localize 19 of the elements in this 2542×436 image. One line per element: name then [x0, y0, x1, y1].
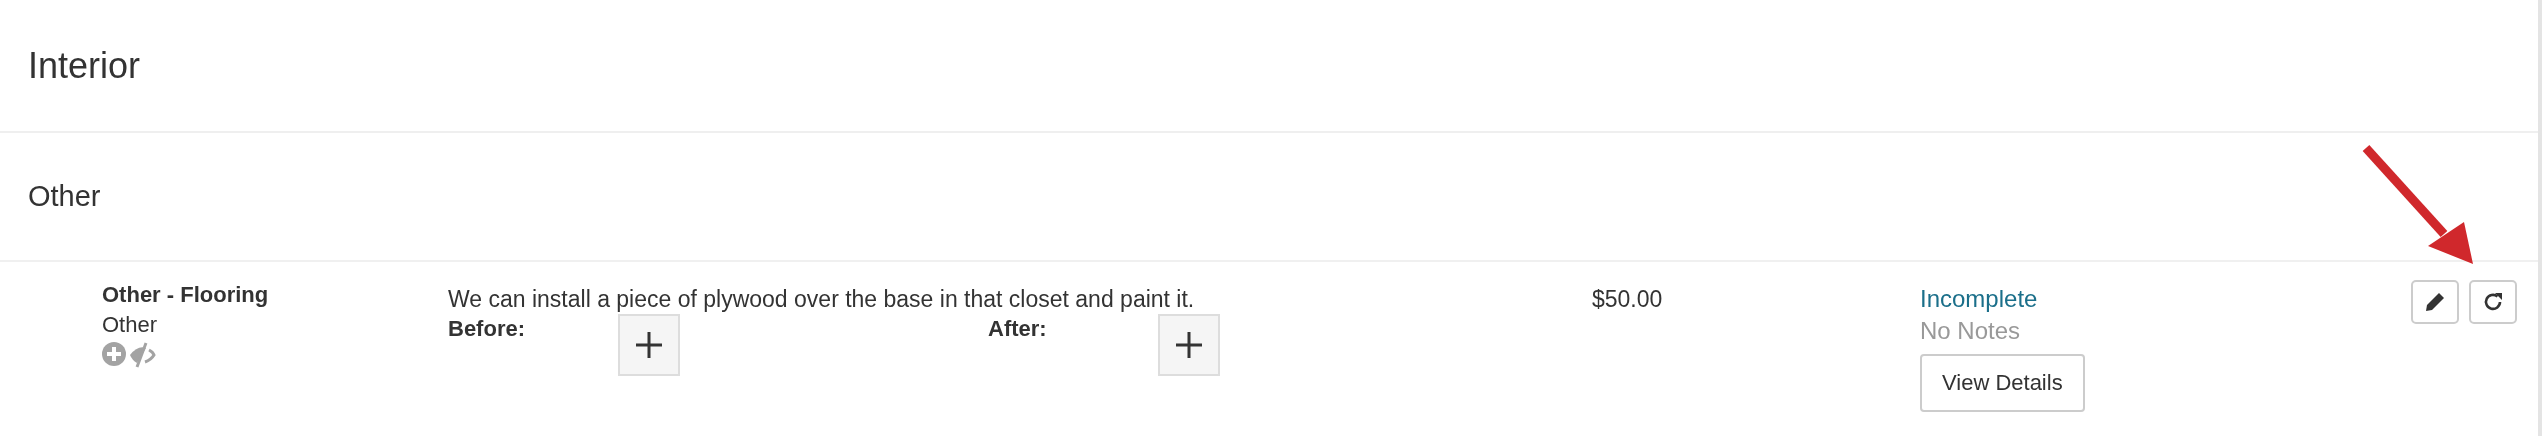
notes-text: No Notes [1920, 316, 2022, 346]
edit-button[interactable] [2411, 280, 2459, 324]
plus-icon [1175, 331, 1203, 359]
status-link[interactable]: Incomplete [1920, 284, 2411, 314]
pencil-icon [2424, 291, 2446, 313]
photo-label: Before: [448, 315, 526, 343]
section-title: Interior [28, 44, 141, 87]
refresh-icon [2482, 291, 2504, 313]
add-photo-button[interactable] [618, 314, 680, 376]
item-name: Other - Flooring [102, 281, 270, 309]
item-price: $50.00 [1592, 285, 1664, 314]
plus-icon [635, 331, 663, 359]
photo-label: After: [988, 315, 1048, 343]
view-details-button[interactable]: View Details [1920, 354, 2085, 412]
item-description: We can install a piece of plywood over the base in that closet and paint it. [448, 285, 1196, 314]
group-title: Other [28, 180, 101, 213]
refresh-button[interactable] [2469, 280, 2517, 324]
item-category: Other [102, 311, 159, 339]
add-photo-button[interactable] [1158, 314, 1220, 376]
